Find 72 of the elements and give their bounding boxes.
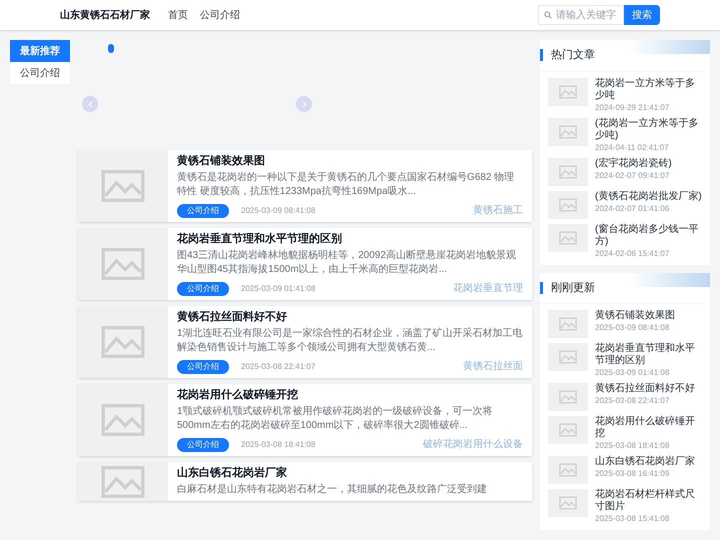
section-marker [540, 282, 543, 294]
category-tab[interactable]: 最新推荐 [10, 40, 70, 62]
category-tab[interactable]: 公司介绍 [10, 62, 70, 84]
article-link[interactable]: 山东白锈石花岗岩厂家 [595, 456, 695, 468]
article-link[interactable]: (窗台花岗岩多少钱一平方) [595, 224, 702, 248]
image-placeholder-icon [101, 169, 145, 203]
article-link[interactable]: (宏宇花岗岩瓷砖) [595, 158, 672, 170]
article-date: 2025-03-08 22:41:07 [595, 395, 670, 406]
article-date: 2025-03-09 01:41:08 [241, 282, 316, 294]
article-excerpt: 1颚式破碎机颚式破碎机常被用作破碎花岗岩的一级破碎设备，可一次将500mm左右的花岗岩破碎至100mm以下，破碎率很大2圆锥破碎... [177, 405, 494, 433]
article-date: 2025-03-09 08:41:08 [595, 322, 670, 333]
image-placeholder-icon [559, 463, 577, 477]
article-link[interactable]: 花岗岩一立方米等于多少吨 [595, 78, 702, 102]
article-link[interactable]: 花岗岩垂直节理和水平节理的区别 [595, 343, 702, 367]
article-date: 2025-03-08 18:41:08 [595, 440, 670, 451]
article-date: 2024-09-29 21:41:07 [595, 102, 670, 112]
previous-button[interactable] [82, 96, 98, 112]
article-title[interactable]: 花岗岩用什么破碎锤开挖 [177, 388, 523, 403]
article-date: 2025-03-08 18:41:08 [241, 438, 316, 450]
nav-link[interactable]: 首页 [168, 8, 188, 22]
image-placeholder-icon [559, 198, 577, 212]
article-link[interactable]: (花岗岩一立方米等于多少吨) [595, 118, 702, 142]
article-title[interactable]: 黄锈石拉丝面料好不好 [177, 310, 523, 325]
section-title: 热门文章 [551, 48, 595, 63]
chevron-left-icon [86, 100, 94, 108]
nav-link[interactable]: 公司介绍 [200, 8, 240, 22]
article-excerpt: 图43三清山花岗岩峰林地貌据杨明桂等，20092高山断壁悬崖花岗岩地貌景观华山型图45其指海拔1500m以上，由上千米高的巨型花岗岩... [177, 249, 517, 277]
image-placeholder-icon [559, 390, 577, 404]
article-date: 2024-02-07 09:41:07 [595, 170, 670, 180]
article-link[interactable]: 花岗岩用什么破碎锤开挖 [595, 416, 702, 440]
category-badge[interactable]: 公司介绍 [177, 438, 229, 452]
image-placeholder-icon [101, 464, 145, 498]
article-date: 2025-03-09 08:41:08 [241, 204, 316, 216]
chevron-right-icon [300, 100, 308, 108]
article-excerpt: 黄锈石是花岗岩的一种以下是关于黄锈石的几个要点国家石材编号G682 物理特性 硬度较高，抗压性1233Mpa抗弯性169Mpa吸水... [177, 171, 516, 199]
article-link[interactable]: 黄锈石拉丝面料好不好 [595, 383, 695, 395]
article-date: 2024-04-11 02:41:07 [595, 142, 670, 152]
article-date: 2025-03-08 15:41:08 [595, 513, 670, 524]
search-icon [544, 11, 552, 19]
image-placeholder-icon [559, 230, 577, 244]
article-date: 2024-02-07 01:41:06 [595, 202, 670, 214]
image-placeholder-icon [559, 317, 577, 331]
article-title[interactable]: 山东白锈石花岗岩厂家 [177, 466, 523, 481]
article-title[interactable]: 花岗岩垂直节理和水平节理的区别 [177, 232, 523, 247]
next-button[interactable] [296, 96, 312, 112]
article-link[interactable]: 花岗岩石材栏杆样式尺寸图片 [595, 489, 702, 513]
article-link[interactable]: 黄锈石铺装效果图 [595, 310, 675, 322]
article-date: 2025-03-08 22:41:07 [241, 360, 316, 372]
category-badge[interactable]: 公司介绍 [177, 204, 229, 218]
section-title: 刚刚更新 [551, 280, 595, 296]
category-badge[interactable]: 公司介绍 [177, 360, 229, 374]
article-date: 2024-02-06 15:41:07 [595, 248, 670, 258]
article-date: 2025-03-09 01:41:08 [595, 367, 670, 378]
image-placeholder-icon [101, 403, 145, 437]
site-title: 山东黄锈石石材厂家 [60, 8, 150, 22]
image-placeholder-icon [101, 247, 145, 281]
article-excerpt: 1湖北连旺石业有限公司是一家综合性的石材企业，涵盖了矿山开采石材加工电解染色销售设计与施工等多个领域公司拥有大型黄锈石黄... [177, 327, 523, 355]
image-placeholder-icon [559, 496, 577, 510]
image-placeholder-icon [559, 164, 577, 178]
image-placeholder-icon [559, 350, 577, 364]
image-placeholder-icon [559, 84, 577, 98]
article-link[interactable]: (黄锈石花岗岩批发厂家) [595, 190, 702, 202]
image-placeholder-icon [101, 325, 145, 359]
category-badge[interactable]: 公司介绍 [177, 282, 229, 296]
image-placeholder-icon [559, 124, 577, 138]
search-button[interactable]: 搜索 [624, 5, 660, 25]
image-placeholder-icon [559, 423, 577, 437]
section-marker [540, 49, 543, 62]
article-title[interactable]: 黄锈石铺装效果图 [177, 154, 523, 169]
search-field[interactable]: 请输入关键字 [538, 5, 624, 25]
article-excerpt: 白麻石材是山东特有花岗岩石材之一，其细腻的花色及纹路广泛受到建 [177, 483, 488, 497]
article-date: 2025-03-08 16:41:09 [595, 468, 670, 479]
